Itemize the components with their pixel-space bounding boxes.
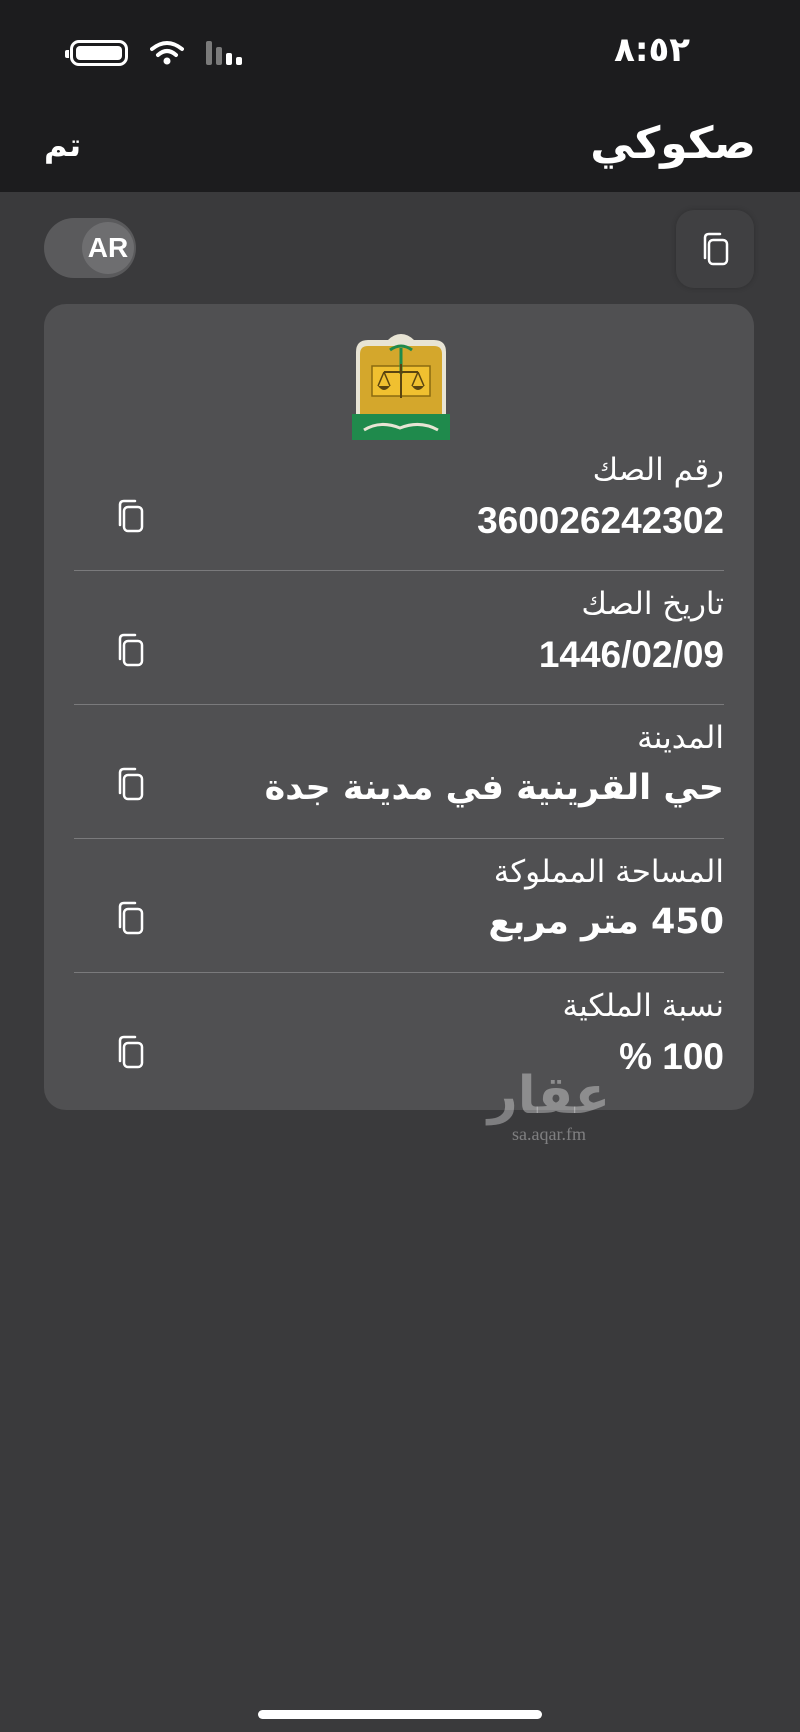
language-toggle-label: AR: [82, 222, 134, 274]
copy-icon: [118, 633, 144, 667]
navigation-bar: تم صكوكي: [0, 100, 800, 192]
field-label: تاريخ الصك: [581, 586, 724, 622]
copy-deed-date-button[interactable]: [108, 626, 152, 674]
divider: [74, 704, 724, 705]
language-toggle[interactable]: AR: [44, 218, 136, 278]
copy-icon: [118, 767, 144, 801]
copy-city-button[interactable]: [108, 760, 152, 808]
field-row-deed-number: رقم الصك 360026242302: [74, 452, 724, 586]
field-value: حي القرينية في مدينة جدة: [264, 768, 724, 808]
home-indicator[interactable]: [258, 1710, 542, 1719]
field-row-city: المدينة حي القرينية في مدينة جدة: [74, 720, 724, 854]
field-value: 450 متر مربع: [488, 902, 724, 942]
field-row-ownership-percentage: نسبة الملكية 100 %: [74, 988, 724, 1122]
ministry-of-justice-emblem: [352, 334, 450, 440]
field-value: 360026242302: [477, 500, 724, 541]
cellular-signal-icon: [206, 41, 242, 65]
deed-card: رقم الصك 360026242302 تاريخ الصك 1446/02…: [44, 304, 754, 1110]
copy-icon: [118, 499, 144, 533]
battery-icon: [65, 40, 128, 66]
page-title: صكوكي: [590, 118, 756, 169]
status-time: ٨:٥٢: [614, 30, 690, 70]
field-row-owned-area: المساحة المملوكة 450 متر مربع: [74, 854, 724, 988]
field-value: 1446/02/09: [538, 634, 724, 675]
field-label: نسبة الملكية: [562, 988, 724, 1024]
copy-all-button[interactable]: [676, 210, 754, 288]
done-button[interactable]: تم: [44, 126, 81, 164]
wifi-icon: [150, 41, 184, 65]
copy-icon: [118, 901, 144, 935]
field-label: المدينة: [637, 720, 724, 756]
divider: [74, 570, 724, 571]
status-bar: ٨:٥٢: [0, 0, 800, 100]
watermark: عقار sa.aqar.fm: [484, 1068, 614, 1158]
watermark-logo: عقار: [487, 1066, 611, 1126]
field-value: 100 %: [619, 1036, 724, 1077]
copy-owned-area-button[interactable]: [108, 894, 152, 942]
field-label: المساحة المملوكة: [493, 854, 724, 890]
watermark-url: sa.aqar.fm: [512, 1124, 586, 1144]
divider: [74, 838, 724, 839]
copy-ownership-percentage-button[interactable]: [108, 1028, 152, 1076]
status-icons: [65, 38, 242, 68]
copy-icon: [703, 232, 729, 266]
field-label: رقم الصك: [592, 452, 724, 488]
copy-deed-number-button[interactable]: [108, 492, 152, 540]
copy-icon: [118, 1035, 144, 1069]
divider: [74, 972, 724, 973]
field-row-deed-date: تاريخ الصك 1446/02/09: [74, 586, 724, 720]
